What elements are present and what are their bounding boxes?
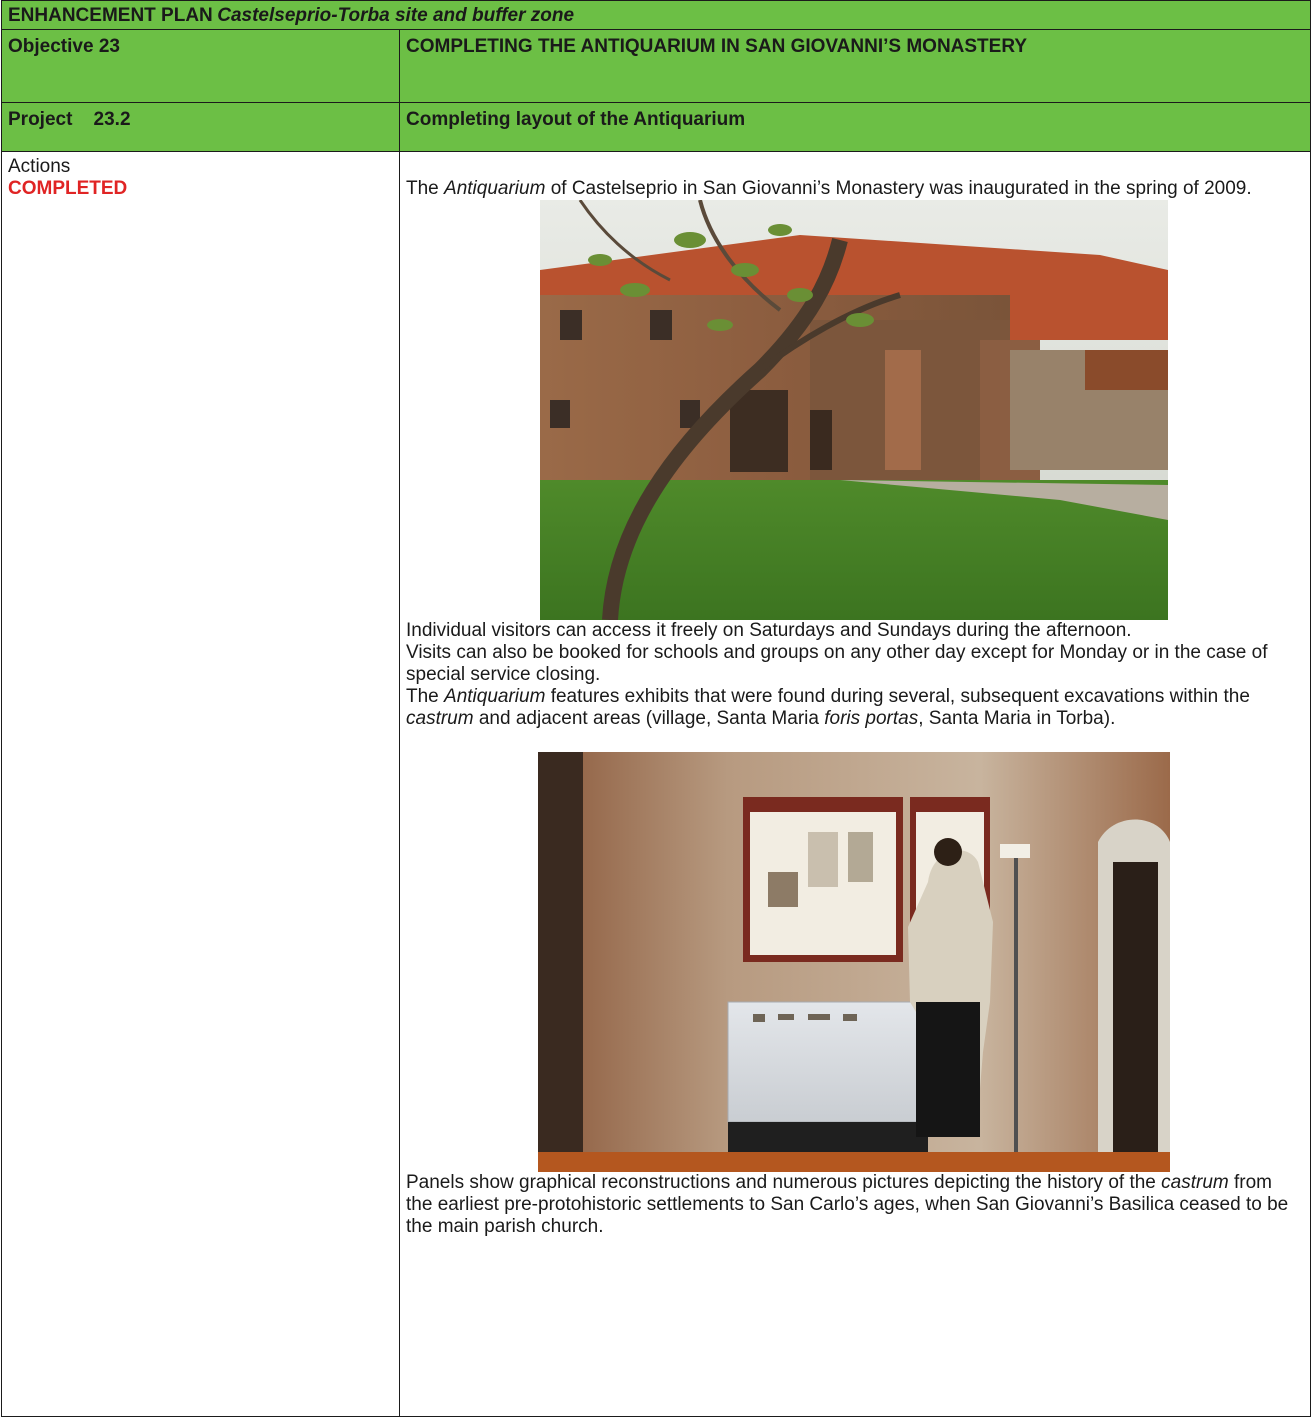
project-title-cell: Completing layout of the Antiquarium [398,102,1311,152]
objective-label: Objective 23 [8,36,120,57]
photo-antiquarium-interior [538,752,1170,1172]
paragraph-panels: Panels show graphical reconstructions an… [406,1172,1289,1237]
objective-title: COMPLETING THE ANTIQUARIUM IN SAN GIOVAN… [406,36,1028,57]
project-title: Completing layout of the Antiquarium [406,109,746,130]
actions-label: Actions [8,156,71,177]
content-cell: The Antiquarium of Castelseprio in San G… [398,151,1311,1417]
plan-table: ENHANCEMENT PLAN Castelseprio-Torba site… [0,0,1311,1417]
paragraph-inauguration: The Antiquarium of Castelseprio in San G… [406,178,1252,199]
objective-label-cell: Objective 23 [1,29,400,103]
paragraph-access: Individual visitors can access it freely… [406,620,1132,641]
objective-title-cell: COMPLETING THE ANTIQUARIUM IN SAN GIOVAN… [398,29,1311,103]
project-label-cell: Project 23.2 [1,102,400,152]
plan-title-cell: ENHANCEMENT PLAN Castelseprio-Torba site… [0,0,1311,30]
actions-cell: Actions COMPLETED [1,151,400,1417]
plan-subtitle: Castelseprio-Torba site and buffer zone [217,5,575,26]
document-page: ENHANCEMENT PLAN Castelseprio-Torba site… [0,0,1311,1417]
status-completed: COMPLETED [8,178,128,199]
photo-monastery-courtyard [540,200,1168,620]
paragraph-booking: Visits can also be booked for schools an… [406,642,1268,685]
project-label: Project 23.2 [8,109,131,130]
plan-label: ENHANCEMENT PLAN [8,5,213,26]
paragraph-exhibits: The Antiquarium features exhibits that w… [406,686,1250,729]
